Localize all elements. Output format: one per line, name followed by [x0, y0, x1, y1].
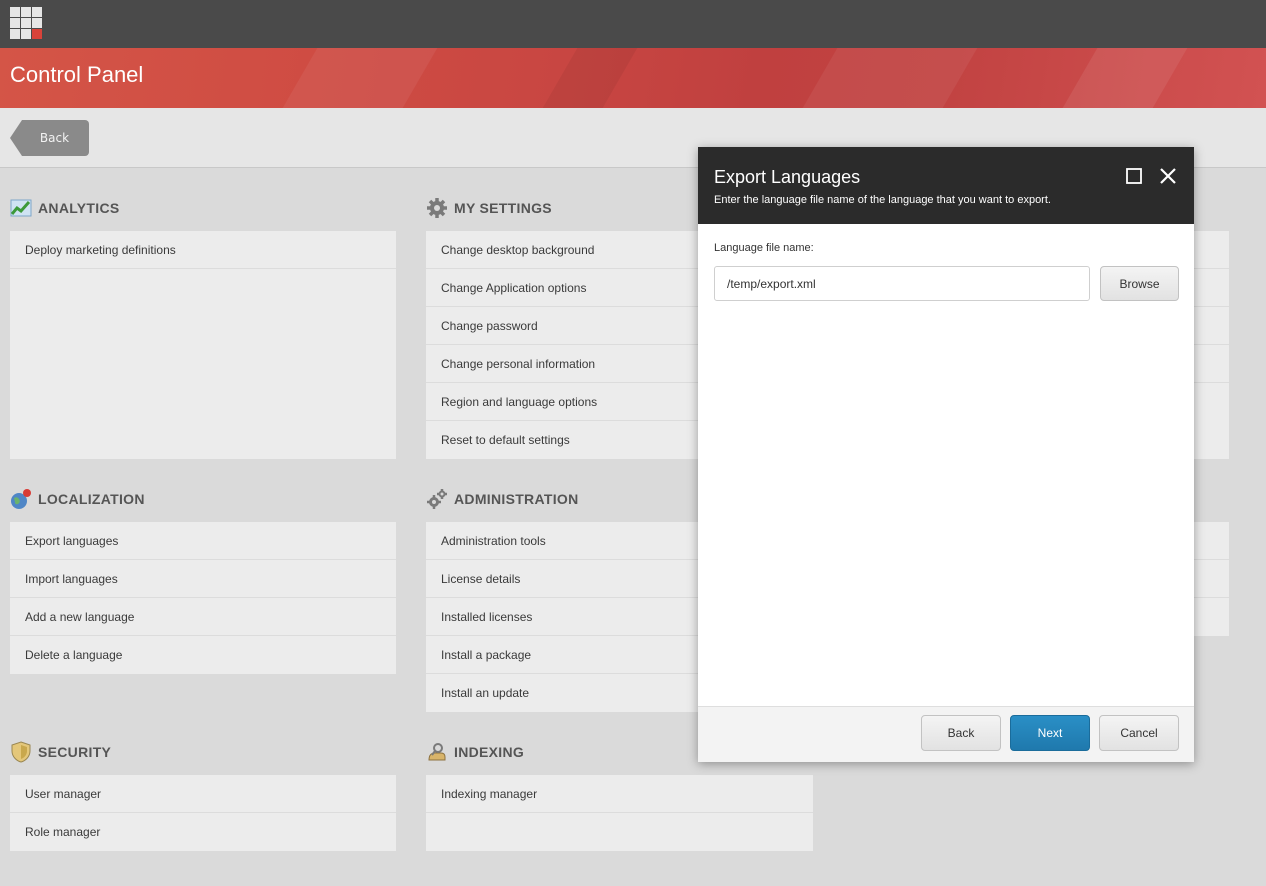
section-title-my-settings: MY SETTINGS — [426, 197, 552, 219]
gear-icon — [426, 197, 448, 219]
hidden-panel-edge — [1194, 231, 1229, 459]
list-item[interactable]: Role manager — [10, 813, 396, 851]
list-item[interactable]: Change password — [426, 307, 698, 345]
language-file-name-input[interactable] — [714, 266, 1090, 301]
dialog-header: Export Languages Enter the language file… — [698, 147, 1194, 224]
list-item[interactable]: Delete a language — [10, 636, 396, 674]
analytics-panel: Deploy marketing definitions — [10, 231, 396, 459]
browse-button[interactable]: Browse — [1100, 266, 1179, 301]
maximize-icon[interactable] — [1125, 167, 1143, 185]
top-bar — [0, 0, 1266, 48]
section-title-localization: LOCALIZATION — [10, 488, 145, 510]
list-item[interactable]: Import languages — [10, 560, 396, 598]
list-item[interactable]: Change Application options — [426, 269, 698, 307]
gears-icon — [426, 488, 448, 510]
list-item[interactable]: User manager — [10, 775, 396, 813]
cancel-button[interactable]: Cancel — [1099, 715, 1179, 751]
my-settings-panel: Change desktop background Change Applica… — [426, 231, 698, 459]
dialog-back-button[interactable]: Back — [921, 715, 1001, 751]
dialog-footer: Back Next Cancel — [698, 706, 1194, 762]
page-title: Control Panel — [10, 62, 144, 87]
section-title-administration: ADMINISTRATION — [426, 488, 579, 510]
list-item[interactable]: Installed licenses — [426, 598, 698, 636]
administration-panel: Administration tools License details Ins… — [426, 522, 698, 712]
export-languages-dialog: Export Languages Enter the language file… — [698, 147, 1194, 762]
next-button[interactable]: Next — [1010, 715, 1090, 751]
shield-icon — [10, 741, 32, 763]
analytics-chart-icon — [10, 197, 32, 219]
dialog-subtitle: Enter the language file name of the lang… — [714, 194, 1051, 206]
list-item[interactable]: Install a package — [426, 636, 698, 674]
list-item[interactable]: Install an update — [426, 674, 698, 712]
indexing-icon — [426, 741, 448, 763]
list-item[interactable]: Add a new language — [10, 598, 396, 636]
dialog-title: Export Languages — [714, 167, 861, 187]
localization-panel: Export languages Import languages Add a … — [10, 522, 396, 674]
indexing-panel: Indexing manager — [426, 775, 813, 851]
list-item[interactable]: Deploy marketing definitions — [10, 231, 396, 269]
list-item[interactable]: Administration tools — [426, 522, 698, 560]
globe-icon — [10, 488, 32, 510]
list-item[interactable]: Reset to default settings — [426, 421, 698, 459]
back-button[interactable]: Back — [10, 120, 89, 156]
hidden-panel-edge — [1194, 522, 1229, 636]
section-title-indexing: INDEXING — [426, 741, 524, 763]
list-item[interactable]: Region and language options — [426, 383, 698, 421]
language-file-name-label: Language file name: — [714, 242, 814, 254]
list-item[interactable]: Change personal information — [426, 345, 698, 383]
app-grid-icon[interactable] — [10, 7, 42, 39]
security-panel: User manager Role manager — [10, 775, 396, 851]
section-title-security: SECURITY — [10, 741, 111, 763]
close-icon[interactable] — [1159, 167, 1177, 185]
page-header: Control Panel — [0, 48, 1266, 108]
list-item[interactable]: License details — [426, 560, 698, 598]
list-item[interactable]: Indexing manager — [426, 775, 813, 813]
list-item[interactable]: Change desktop background — [426, 231, 698, 269]
section-title-analytics: ANALYTICS — [10, 197, 120, 219]
list-item[interactable]: Export languages — [10, 522, 396, 560]
